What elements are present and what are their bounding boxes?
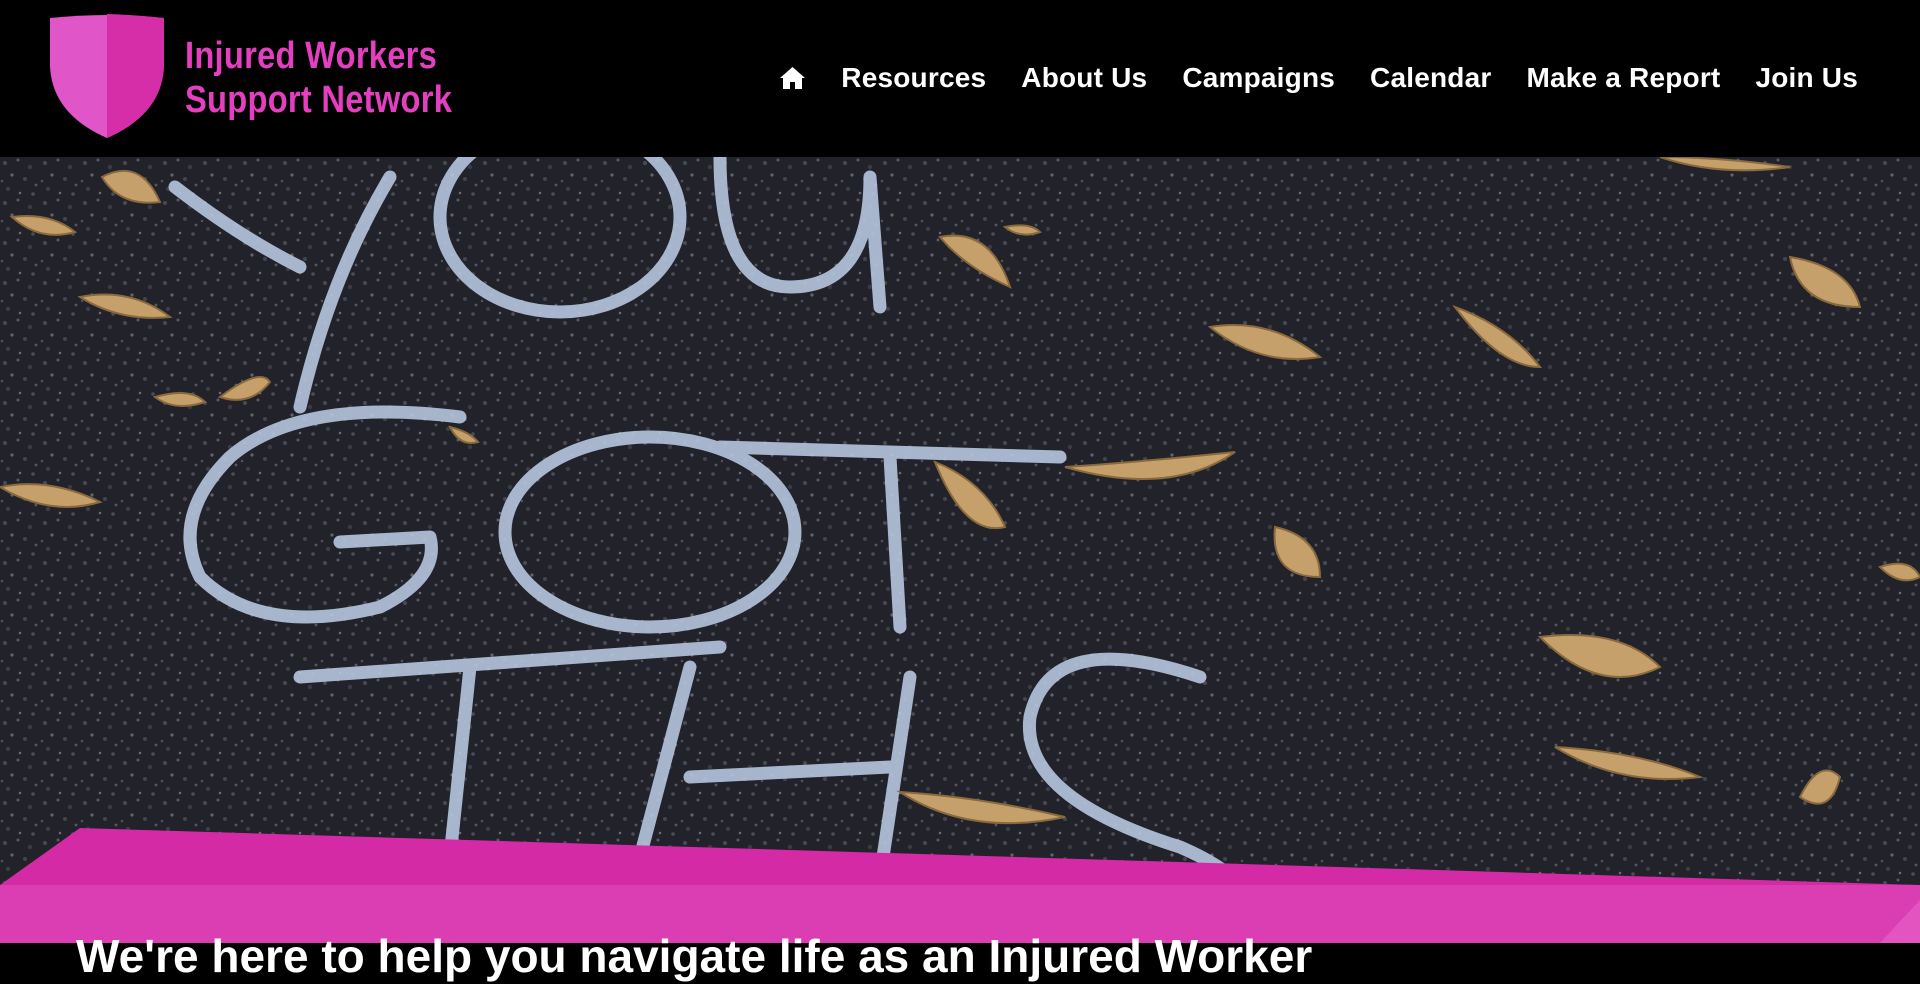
logo-line-1: Injured Workers <box>185 35 438 77</box>
main-nav: Resources About Us Campaigns Calendar Ma… <box>779 56 1858 100</box>
nav-item-calendar[interactable]: Calendar <box>1370 56 1491 100</box>
nav-item-campaigns[interactable]: Campaigns <box>1182 56 1335 100</box>
site-logo[interactable]: Injured Workers Support Network <box>48 14 496 140</box>
nav-home[interactable] <box>779 66 806 90</box>
logo-line-2: Support Network <box>185 79 453 121</box>
nav-item-about-us[interactable]: About Us <box>1021 56 1147 100</box>
nav-item-resources[interactable]: Resources <box>841 56 986 100</box>
nav-item-join-us[interactable]: Join Us <box>1755 56 1858 100</box>
logo-wordmark: Injured Workers Support Network <box>185 34 452 122</box>
shield-icon <box>50 14 164 138</box>
hero-chalk-photo <box>0 157 1920 943</box>
home-icon <box>780 67 806 89</box>
site-header: Injured Workers Support Network Resource… <box>0 0 1920 157</box>
hero-image <box>0 157 1920 943</box>
nav-item-make-a-report[interactable]: Make a Report <box>1526 56 1720 100</box>
hero-tagline: We're here to help you navigate life as … <box>76 930 1313 982</box>
